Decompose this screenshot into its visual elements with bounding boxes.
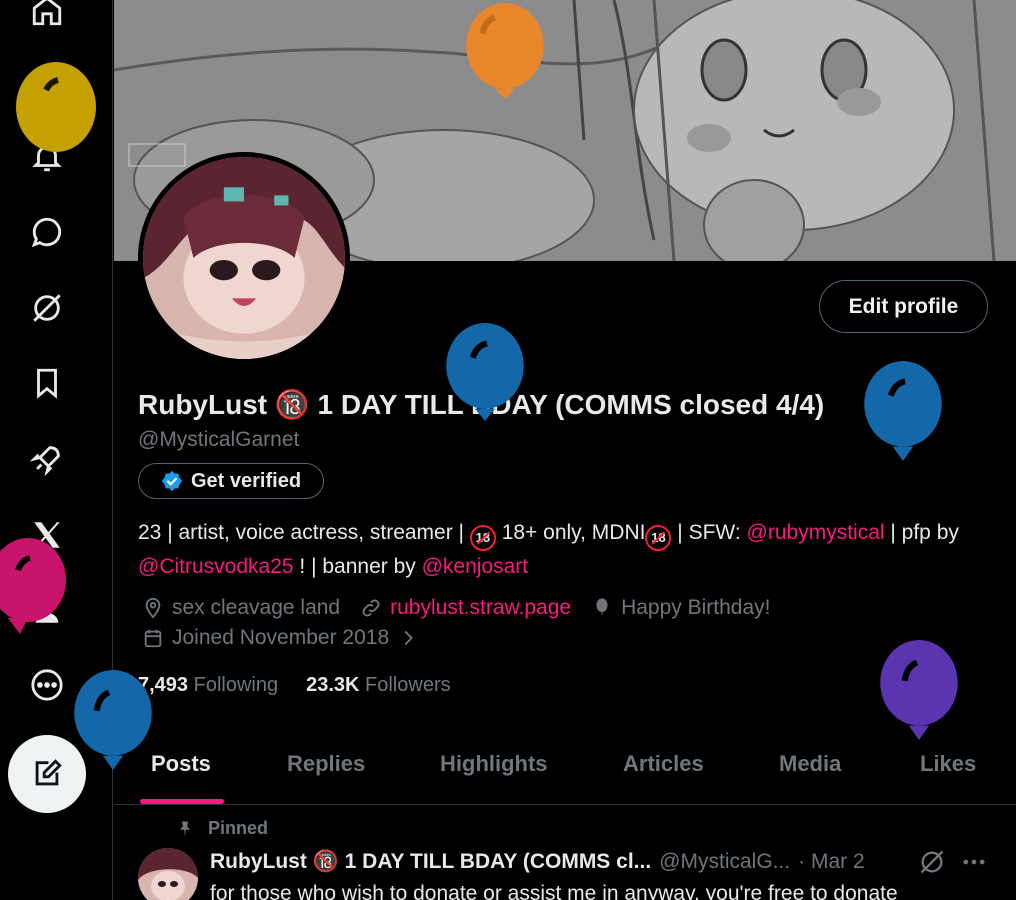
bookmarks-icon[interactable]	[22, 358, 72, 408]
more-horizontal-icon[interactable]	[960, 848, 988, 876]
website: rubylust.straw.page	[360, 596, 571, 620]
rocket-icon[interactable]	[22, 434, 72, 484]
follow-stats: 7,493 Following 23.3K Followers	[138, 674, 451, 697]
tab-replies[interactable]: Replies	[287, 751, 365, 777]
bio-text: ! | banner by	[293, 555, 422, 578]
tab-media[interactable]: Media	[779, 751, 841, 777]
bio-mention-link[interactable]: @Citrusvodka25	[138, 555, 294, 578]
tab-posts[interactable]: Posts	[151, 751, 211, 777]
location-icon	[145, 597, 161, 619]
get-verified-button[interactable]: Get verified	[138, 463, 324, 499]
verified-badge-icon	[161, 470, 183, 492]
post-text: for those who wish to donate or assist m…	[210, 882, 898, 900]
messages-icon[interactable]	[22, 207, 72, 257]
balloon-icon	[74, 670, 152, 770]
bio-text: | pfp by	[884, 521, 959, 544]
post-avatar[interactable]	[138, 848, 198, 900]
birthday: Happy Birthday!	[591, 596, 770, 620]
balloon-icon	[864, 361, 942, 461]
more-icon[interactable]	[22, 660, 72, 710]
balloon-icon	[0, 538, 66, 634]
tab-highlights[interactable]: Highlights	[440, 751, 548, 777]
post-header: RubyLust 🔞 1 DAY TILL BDAY (COMMS cl... …	[210, 850, 865, 874]
adult-content-icon: 18	[469, 525, 496, 551]
location: sex cleavage land	[142, 596, 340, 620]
profile-avatar[interactable]	[138, 152, 350, 364]
post-author-name[interactable]: RubyLust 🔞 1 DAY TILL BDAY (COMMS cl...	[210, 850, 651, 874]
tab-articles[interactable]: Articles	[623, 751, 704, 777]
get-verified-label: Get verified	[191, 469, 302, 492]
pinned-label: Pinned	[176, 818, 268, 839]
profile-handle: @MysticalGarnet	[138, 428, 300, 451]
post-actions	[918, 848, 988, 876]
bio-mention-link[interactable]: @kenjosart	[422, 555, 529, 578]
calendar-icon	[144, 629, 162, 648]
joined-text: Joined November 2018	[172, 626, 390, 649]
website-link[interactable]: rubylust.straw.page	[390, 596, 571, 620]
profile-meta: sex cleavage land rubylust.straw.page Ha…	[142, 596, 784, 620]
followers-link[interactable]: 23.3K Followers	[306, 674, 451, 697]
location-text: sex cleavage land	[172, 596, 341, 619]
balloon-icon	[466, 3, 544, 99]
balloon-icon	[880, 640, 958, 740]
profile-bio: 23 | artist, voice actress, streamer | 1…	[138, 517, 998, 582]
bio-text: 18+ only, MDNI	[495, 521, 646, 544]
balloon-icon	[596, 598, 608, 616]
bio-text: | SFW:	[671, 521, 747, 544]
birthday-text: Happy Birthday!	[621, 596, 771, 619]
grok-icon[interactable]	[918, 848, 946, 876]
grok-icon[interactable]	[22, 283, 72, 333]
home-icon[interactable]	[22, 0, 72, 36]
compose-icon	[35, 759, 62, 786]
joined-date[interactable]: Joined November 2018	[142, 626, 419, 650]
bio-text: 23 | artist, voice actress, streamer |	[138, 521, 470, 544]
post-author-handle[interactable]: @MysticalG...	[659, 850, 790, 874]
profile-tabs: Posts Replies Highlights Articles Media …	[114, 735, 1016, 805]
pin-icon	[179, 821, 191, 836]
following-link[interactable]: 7,493 Following	[138, 674, 278, 697]
chevron-right-icon	[404, 630, 414, 646]
post-date[interactable]: · Mar 2	[798, 850, 865, 874]
balloon-icon	[16, 62, 96, 152]
active-tab-indicator	[140, 799, 224, 804]
bio-mention-link[interactable]: @rubymystical	[747, 521, 885, 544]
balloon-icon	[446, 323, 524, 421]
tab-likes[interactable]: Likes	[920, 751, 976, 777]
edit-profile-button[interactable]: Edit profile	[819, 280, 988, 333]
link-icon	[362, 599, 380, 617]
adult-content-icon: 18	[645, 525, 672, 551]
